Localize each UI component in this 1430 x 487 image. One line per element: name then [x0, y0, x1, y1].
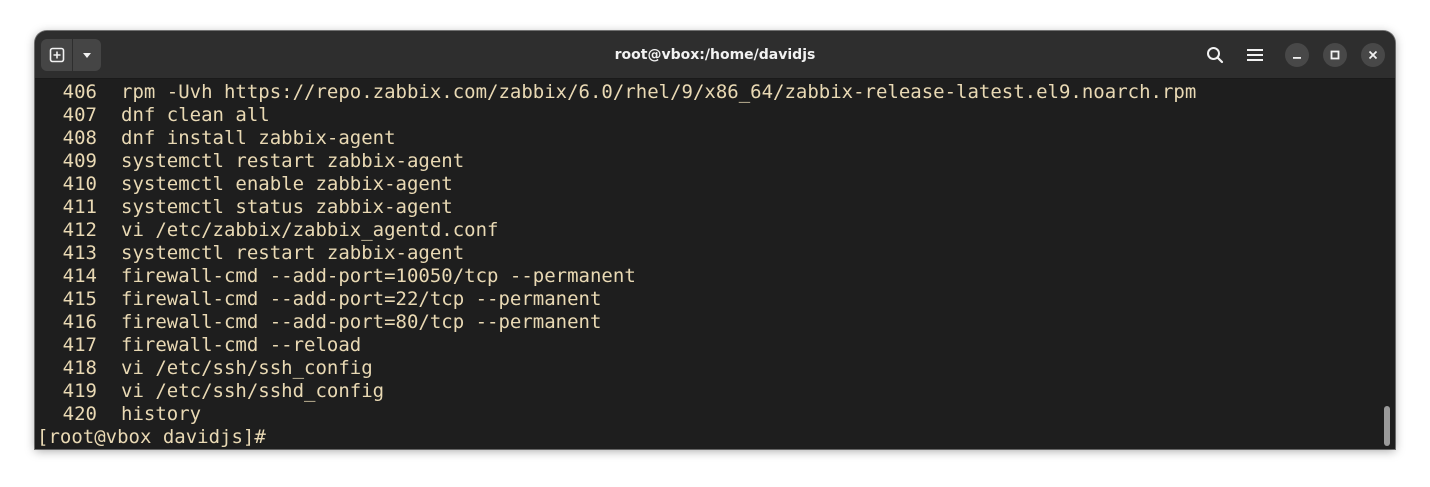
history-command: vi /etc/zabbix/zabbix_agentd.conf — [121, 219, 499, 241]
chevron-down-icon — [83, 53, 92, 58]
prompt-line[interactable]: [root@vbox davidjs]# — [37, 426, 1196, 449]
history-line: 420 history — [37, 403, 1196, 426]
history-number: 416 — [62, 311, 97, 333]
history-line: 419 vi /etc/ssh/sshd_config — [37, 380, 1196, 403]
history-line: 413 systemctl restart zabbix-agent — [37, 242, 1196, 265]
tab-menu-button[interactable] — [73, 39, 101, 71]
history-line: 407 dnf clean all — [37, 104, 1196, 127]
history-line: 417 firewall-cmd --reload — [37, 334, 1196, 357]
maximize-button[interactable] — [1323, 43, 1347, 67]
window-title: root@vbox:/home/davidjs — [614, 47, 816, 63]
history-list: 406 rpm -Uvh https://repo.zabbix.com/zabb… — [37, 81, 1196, 449]
scrollbar-thumb[interactable] — [1384, 406, 1390, 446]
history-number: 406 — [62, 81, 97, 103]
history-line: 406 rpm -Uvh https://repo.zabbix.com/zabb… — [37, 81, 1197, 104]
history-number: 408 — [62, 127, 97, 149]
history-number: 410 — [62, 173, 97, 195]
history-command: systemctl restart zabbix-agent — [121, 242, 465, 264]
history-command: firewall-cmd --add-port=22/tcp --permane… — [121, 288, 602, 310]
history-line: 412 vi /etc/zabbix/zabbix_agentd.conf — [37, 219, 1196, 242]
history-command: vi /etc/ssh/sshd_config — [121, 380, 385, 402]
history-command: rpm -Uvh https://repo.zabbix.com/zabbix/… — [121, 81, 1197, 103]
main-menu-button[interactable] — [1239, 39, 1271, 71]
minimize-icon — [1293, 57, 1301, 59]
header-bar: root@vbox:/home/davidjs — [35, 31, 1395, 79]
history-command: firewall-cmd --add-port=10050/tcp --perm… — [121, 265, 636, 287]
minimize-button[interactable] — [1285, 43, 1309, 67]
history-number: 420 — [62, 403, 97, 425]
history-line: 411 systemctl status zabbix-agent — [37, 196, 1196, 219]
history-command: systemctl restart zabbix-agent — [121, 150, 465, 172]
history-command: systemctl enable zabbix-agent — [121, 173, 453, 195]
history-line: 415 firewall-cmd --add-port=22/tcp --perm… — [37, 288, 1196, 311]
history-number: 415 — [62, 288, 97, 310]
history-number: 411 — [62, 196, 97, 218]
history-number: 419 — [62, 380, 97, 402]
history-number: 414 — [62, 265, 97, 287]
new-tab-button[interactable] — [41, 39, 74, 71]
search-icon — [1207, 47, 1224, 64]
shell-prompt: [root@vbox davidjs]# — [37, 426, 266, 448]
history-number: 409 — [62, 150, 97, 172]
history-command: dnf install zabbix-agent — [121, 127, 396, 149]
history-line: 410 systemctl enable zabbix-agent — [37, 173, 1196, 196]
history-number: 418 — [62, 357, 97, 379]
terminal-output[interactable]: 406 rpm -Uvh https://repo.zabbix.com/zabb… — [35, 79, 1379, 449]
history-number: 407 — [62, 104, 97, 126]
history-command: systemctl status zabbix-agent — [121, 196, 453, 218]
close-icon — [1368, 50, 1378, 60]
close-button[interactable] — [1361, 43, 1385, 67]
history-line: 414 firewall-cmd --add-port=10050/tcp --p… — [37, 265, 1196, 288]
history-command: vi /etc/ssh/ssh_config — [121, 357, 373, 379]
history-line: 409 systemctl restart zabbix-agent — [37, 150, 1196, 173]
hamburger-menu-icon — [1247, 49, 1263, 61]
history-number: 413 — [62, 242, 97, 264]
history-command: dnf clean all — [121, 104, 270, 126]
history-line: 408 dnf install zabbix-agent — [37, 127, 1196, 150]
terminal-window: root@vbox:/home/davidjs 406 rpm -Uvh htt… — [35, 31, 1395, 449]
history-line: 416 firewall-cmd --add-port=80/tcp --perm… — [37, 311, 1196, 334]
history-line: 418 vi /etc/ssh/ssh_config — [37, 357, 1196, 380]
maximize-icon — [1330, 50, 1340, 60]
new-tab-icon — [49, 47, 65, 63]
history-number: 412 — [62, 219, 97, 241]
history-command: firewall-cmd --add-port=80/tcp --permane… — [121, 311, 602, 333]
history-command: history — [121, 403, 202, 425]
scrollbar[interactable] — [1379, 79, 1395, 449]
new-tab-button-group — [41, 39, 101, 71]
history-number: 417 — [62, 334, 97, 356]
search-button[interactable] — [1199, 39, 1231, 71]
history-command: firewall-cmd --reload — [121, 334, 362, 356]
